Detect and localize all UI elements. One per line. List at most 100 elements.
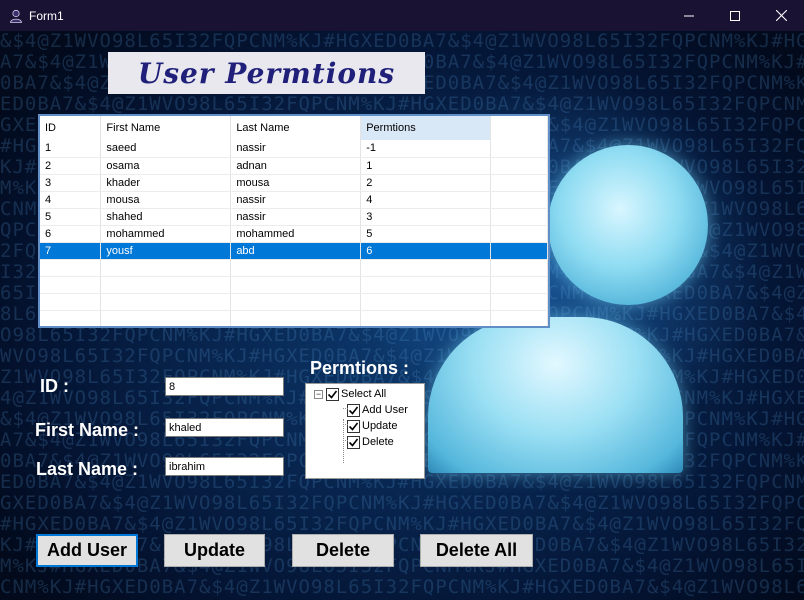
tree-node-label: Update <box>362 420 398 432</box>
add-user-checkbox[interactable] <box>347 403 360 417</box>
table-row[interactable]: 2 osama adnan 1 <box>40 157 548 175</box>
table-cell: 1 <box>40 140 102 158</box>
table-cell <box>360 293 492 311</box>
delete-checkbox[interactable] <box>347 435 360 449</box>
table-cell <box>490 276 548 294</box>
table-cell: 5 <box>40 208 102 226</box>
table-cell: 5 <box>360 225 492 243</box>
table-row[interactable]: 1 saeed nassir -1 <box>40 140 548 158</box>
table-cell <box>490 225 548 243</box>
maximize-button[interactable] <box>712 0 758 31</box>
table-cell <box>230 310 362 326</box>
table-cell: 3 <box>40 174 102 192</box>
checkmark-icon <box>327 390 338 399</box>
table-cell <box>230 259 362 277</box>
table-row[interactable]: 7 yousf abd 6 <box>40 242 548 260</box>
first-name-label: First Name : <box>35 420 140 440</box>
table-cell: mohammed <box>230 225 362 243</box>
table-cell <box>360 259 492 277</box>
window-title: Form1 <box>29 8 64 23</box>
delete-button[interactable]: Delete <box>292 534 394 567</box>
tree-node-update[interactable]: Update <box>347 418 397 434</box>
table-cell <box>490 242 548 260</box>
table-row[interactable]: 3 khader mousa 2 <box>40 174 548 192</box>
close-button[interactable] <box>758 0 804 31</box>
table-cell: 2 <box>360 174 492 192</box>
tree-connector-line <box>343 440 348 441</box>
table-cell: saeed <box>100 140 232 158</box>
table-cell <box>230 293 362 311</box>
tree-node-select-all[interactable]: − Select All <box>314 386 386 402</box>
last-name-field[interactable] <box>165 457 284 476</box>
app-icon <box>10 9 22 23</box>
checkmark-icon <box>348 422 359 431</box>
table-cell <box>40 276 102 294</box>
last-name-label: Last Name : <box>36 459 139 479</box>
id-field[interactable] <box>165 377 284 396</box>
table-cell <box>40 293 102 311</box>
empty-row <box>40 310 548 326</box>
tree-node-add-user[interactable]: Add User <box>347 402 408 418</box>
table-cell: adnan <box>230 157 362 175</box>
title-bar: Form1 <box>0 0 804 31</box>
tree-connector-line <box>343 408 348 409</box>
table-cell <box>230 276 362 294</box>
table-cell: 2 <box>40 157 102 175</box>
grid-header-row: ID First Name Last Name Permtions <box>40 116 548 140</box>
column-header-empty <box>490 116 548 140</box>
minimize-button[interactable] <box>666 0 712 31</box>
empty-row <box>40 293 548 311</box>
column-header-id[interactable]: ID <box>40 116 102 140</box>
table-cell: 3 <box>360 208 492 226</box>
table-cell: khader <box>100 174 232 192</box>
update-button[interactable]: Update <box>164 534 265 567</box>
user-silhouette-head-icon <box>548 145 708 305</box>
table-cell <box>490 259 548 277</box>
table-cell <box>490 157 548 175</box>
select-all-checkbox[interactable] <box>326 387 339 401</box>
close-icon <box>775 10 787 21</box>
table-cell: yousf <box>100 242 232 260</box>
table-cell <box>490 140 548 158</box>
table-row[interactable]: 4 mousa nassir 4 <box>40 191 548 209</box>
table-cell <box>40 310 102 326</box>
user-silhouette-body-icon <box>428 317 683 473</box>
table-row[interactable]: 5 shahed nassir 3 <box>40 208 548 226</box>
delete-all-button[interactable]: Delete All <box>420 534 533 567</box>
table-cell: 6 <box>40 225 102 243</box>
column-header-last-name[interactable]: Last Name <box>230 116 362 140</box>
table-cell: nassir <box>230 191 362 209</box>
heading-banner: User Permtions <box>108 52 425 94</box>
checkmark-icon <box>348 438 359 447</box>
permissions-tree[interactable]: − Select All Add User Update Delete <box>305 383 425 479</box>
column-header-permtions[interactable]: Permtions <box>360 116 492 140</box>
table-cell <box>490 208 548 226</box>
users-data-grid[interactable]: ID First Name Last Name Permtions 1 saeed… <box>38 114 550 328</box>
table-cell <box>490 174 548 192</box>
empty-row <box>40 276 548 294</box>
update-checkbox[interactable] <box>347 419 360 433</box>
table-cell: nassir <box>230 208 362 226</box>
table-cell: nassir <box>230 140 362 158</box>
empty-row <box>40 259 548 277</box>
column-header-first-name[interactable]: First Name <box>100 116 232 140</box>
first-name-field[interactable] <box>165 418 284 437</box>
table-cell <box>100 310 232 326</box>
table-cell: osama <box>100 157 232 175</box>
maximize-icon <box>730 10 740 21</box>
table-cell <box>360 310 492 326</box>
checkmark-icon <box>348 406 359 415</box>
tree-connector-line <box>343 424 348 425</box>
table-cell: abd <box>230 242 362 260</box>
add-user-button[interactable]: Add User <box>36 534 138 567</box>
table-cell: 4 <box>360 191 492 209</box>
table-cell: 6 <box>360 242 492 260</box>
table-cell <box>360 276 492 294</box>
table-cell <box>100 276 232 294</box>
table-cell: mohammed <box>100 225 232 243</box>
table-cell: 1 <box>360 157 492 175</box>
collapse-icon[interactable]: − <box>314 389 323 399</box>
table-row[interactable]: 6 mohammed mohammed 5 <box>40 225 548 243</box>
tree-node-delete[interactable]: Delete <box>347 434 394 450</box>
table-cell: mousa <box>100 191 232 209</box>
